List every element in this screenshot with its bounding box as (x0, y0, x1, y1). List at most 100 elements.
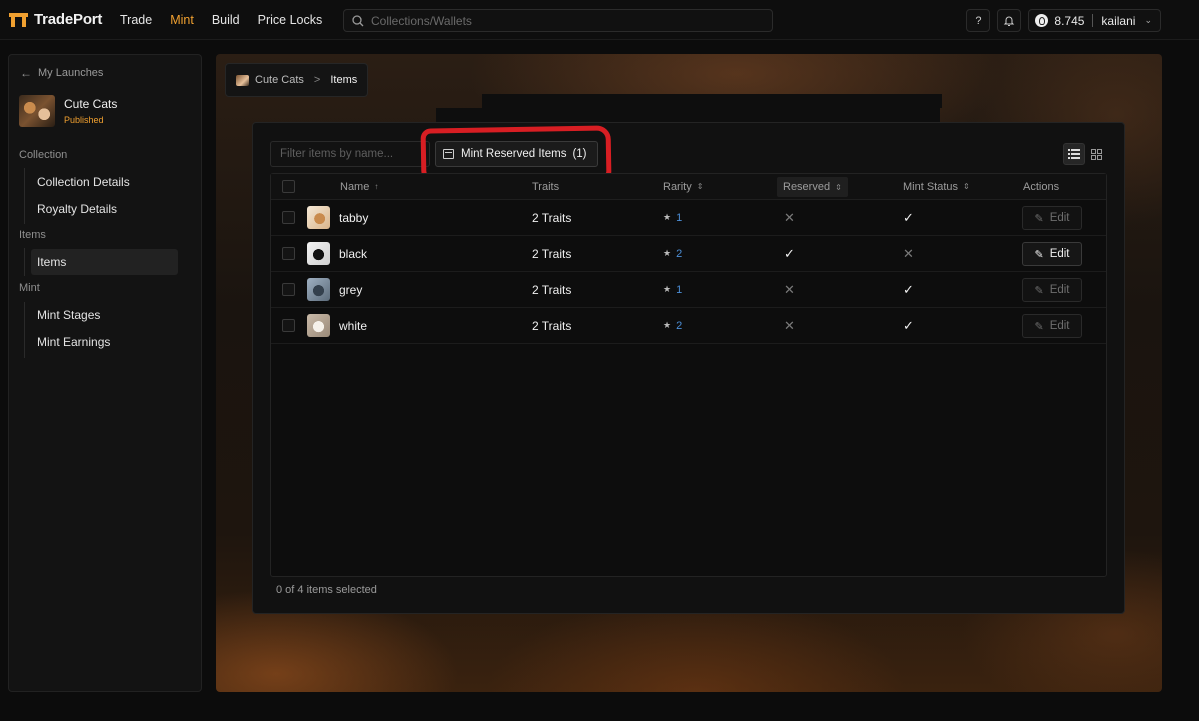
item-cell[interactable]: black (307, 236, 367, 271)
minted-check-icon: ✓ (903, 209, 914, 225)
column-rarity[interactable]: Rarity ⇕ (663, 174, 703, 199)
sidebar: ← My Launches Cute Cats Published Collec… (8, 54, 202, 692)
chevron-down-icon: ⌄ (1144, 15, 1152, 25)
wallet-menu[interactable]: 8.745 kailani ⌄ (1028, 9, 1161, 32)
edit-button[interactable]: ✎ Edit (1022, 242, 1082, 266)
notifications-button[interactable] (997, 9, 1022, 32)
breadcrumb-separator: > (313, 74, 321, 86)
wallet-divider (1092, 14, 1094, 27)
table-row: white 2 Traits ★ 2 ✕ ✓ ✎ Edit (271, 308, 1106, 344)
help-button[interactable]: ? (966, 9, 991, 32)
collection-status: Published (64, 115, 104, 125)
mint-reserved-label: Mint Reserved Items (461, 148, 567, 160)
column-reserved-label: Reserved (783, 181, 831, 193)
not-minted-icon: ✕ (903, 245, 914, 261)
edit-label: Edit (1049, 284, 1070, 296)
search-input[interactable] (371, 13, 761, 28)
row-checkbox[interactable] (282, 211, 295, 224)
breadcrumb: Cute Cats > Items (225, 63, 369, 97)
nav-build[interactable]: Build (212, 13, 240, 27)
item-name: tabby (339, 210, 369, 225)
column-name[interactable]: Name ↑ (340, 174, 378, 199)
back-to-launches[interactable]: ← My Launches (20, 66, 103, 80)
main-nav: Trade Mint Build Price Locks (120, 13, 340, 27)
brand[interactable]: TradePort (9, 11, 114, 28)
star-icon: ★ (663, 320, 672, 330)
account-controls: ? 8.745 kailani ⌄ (959, 9, 1161, 32)
item-name: black (339, 246, 368, 261)
section-rule (24, 168, 25, 224)
section-rule (24, 248, 25, 276)
sort-toggle-icon: ⇕ (835, 182, 842, 192)
nav-trade[interactable]: Trade (120, 13, 152, 27)
item-cell[interactable]: grey (307, 272, 362, 307)
sort-toggle-icon: ⇕ (963, 182, 970, 191)
wallet-balance: 8.745 (1054, 13, 1085, 28)
sidebar-item-royalty-details[interactable]: Royalty Details (31, 196, 178, 222)
edit-label: Edit (1049, 320, 1070, 332)
item-traits: 2 Traits (532, 246, 572, 261)
item-rarity: ★ 1 (663, 272, 682, 307)
sort-toggle-icon: ⇕ (696, 182, 704, 191)
column-actions-label: Actions (1023, 180, 1060, 193)
nav-mint[interactable]: Mint (170, 13, 194, 27)
collection-mini-thumbnail (236, 74, 249, 86)
global-search[interactable] (343, 9, 773, 32)
sidebar-item-items[interactable]: Items (31, 249, 178, 275)
column-mint-status[interactable]: Mint Status ⇕ (903, 174, 970, 199)
items-panel: Mint Reserved Items (1) (252, 122, 1125, 614)
filter-field[interactable] (270, 141, 430, 167)
sui-coin-icon (1035, 14, 1049, 27)
item-traits: 2 Traits (532, 210, 572, 225)
table-header: Name ↑ Traits Rarity ⇕ Reserved ⇕ Mint S… (271, 174, 1106, 200)
row-checkbox[interactable] (282, 319, 295, 332)
column-actions: Actions (1023, 174, 1059, 199)
minted-check-icon: ✓ (903, 317, 914, 333)
item-cell[interactable]: tabby (307, 200, 368, 235)
item-thumbnail (307, 278, 330, 301)
reserved-no-icon: ✕ (784, 317, 795, 333)
table-row: grey 2 Traits ★ 1 ✕ ✓ ✎ Edit (271, 272, 1106, 308)
item-rarity: ★ 2 (663, 236, 682, 271)
item-traits: 2 Traits (532, 318, 572, 333)
nav-price-locks[interactable]: Price Locks (258, 13, 323, 27)
sidebar-item-mint-earnings[interactable]: Mint Earnings (31, 329, 178, 355)
select-all-checkbox[interactable] (282, 180, 295, 193)
sidebar-item-collection-details[interactable]: Collection Details (31, 169, 178, 195)
items-table: Name ↑ Traits Rarity ⇕ Reserved ⇕ Mint S… (270, 173, 1107, 577)
item-cell[interactable]: white (307, 308, 367, 343)
search-icon (352, 14, 364, 26)
main-content: Cute Cats > Items Mint Reserved Items (1… (216, 54, 1162, 692)
edit-button[interactable]: ✎ Edit (1022, 314, 1082, 338)
collection-name: Cute Cats (64, 97, 118, 111)
row-checkbox[interactable] (282, 283, 295, 296)
breadcrumb-current: Items (330, 74, 358, 86)
edit-button[interactable]: ✎ Edit (1022, 278, 1082, 302)
filter-items-input[interactable] (280, 148, 425, 160)
column-name-label: Name (340, 180, 370, 193)
column-mint-status-label: Mint Status (903, 180, 959, 193)
mint-reserved-items-button[interactable]: Mint Reserved Items (1) (435, 141, 598, 167)
collection-thumbnail (19, 95, 55, 127)
back-label: My Launches (38, 67, 104, 79)
item-thumbnail (307, 206, 330, 229)
table-row: tabby 2 Traits ★ 1 ✕ ✓ ✎ Edit (271, 200, 1106, 236)
edit-label: Edit (1049, 212, 1070, 224)
edit-button[interactable]: ✎ Edit (1022, 206, 1082, 230)
view-toggle (1063, 143, 1107, 165)
bell-icon (1004, 16, 1015, 26)
minted-check-icon: ✓ (903, 281, 914, 297)
breadcrumb-parent[interactable]: Cute Cats (255, 74, 304, 86)
section-rule (24, 302, 25, 358)
sidebar-item-mint-stages[interactable]: Mint Stages (31, 302, 178, 328)
list-view-button[interactable] (1063, 143, 1085, 165)
row-checkbox[interactable] (282, 247, 295, 260)
calendar-icon (443, 149, 454, 159)
grid-view-button[interactable] (1085, 143, 1107, 165)
pencil-icon: ✎ (1034, 284, 1044, 297)
collection-summary: Cute Cats Published (19, 95, 117, 127)
help-label: ? (975, 14, 982, 27)
item-rarity: ★ 1 (663, 200, 682, 235)
column-reserved[interactable]: Reserved ⇕ (777, 177, 848, 197)
pencil-icon: ✎ (1034, 212, 1044, 225)
